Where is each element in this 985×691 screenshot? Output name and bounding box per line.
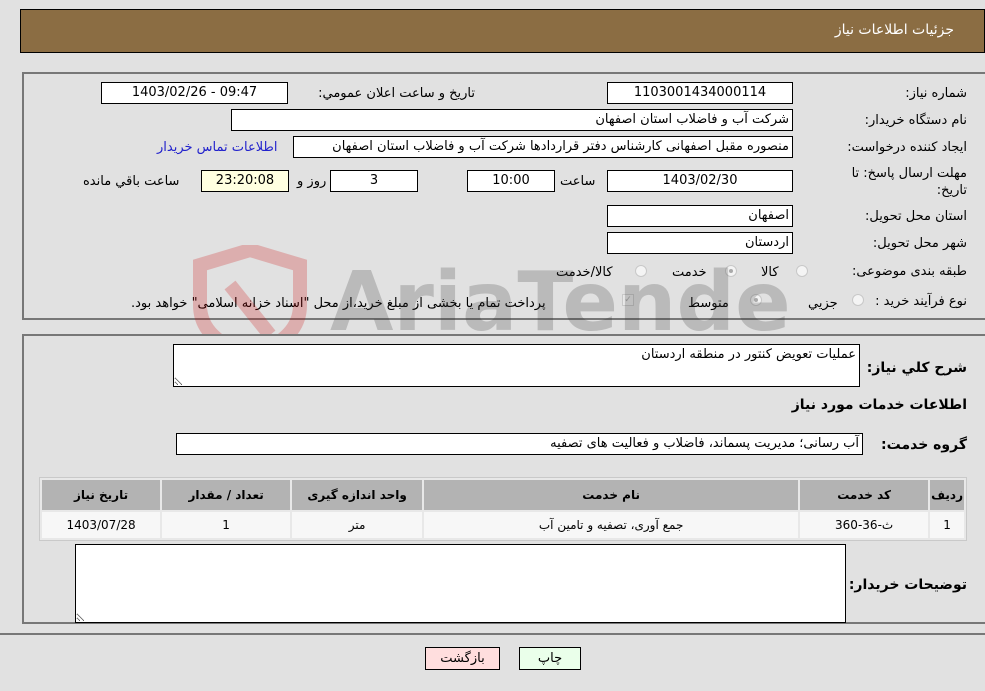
col-header-need-date: تاریخ نیاز	[42, 480, 161, 510]
category-radio-goods-service[interactable]	[635, 265, 647, 277]
deadline-label-line1: مهلت ارسال پاسخ: تا	[851, 166, 967, 181]
cell-row-number: 1	[930, 512, 964, 538]
col-header-service-name: نام خدمت	[424, 480, 799, 510]
city-field: اردستان	[607, 232, 793, 254]
table-row: 1 ث-36-360 جمع آوری، تصفیه و تامین آب مت…	[42, 512, 964, 538]
category-radio-goods[interactable]	[796, 265, 808, 277]
category-option-goods-service: کالا/خدمت	[556, 265, 613, 280]
deadline-time-field: 10:00	[467, 170, 555, 192]
service-group-label: گروه خدمت:	[881, 437, 967, 453]
service-group-field: آب رسانی؛ مدیریت پسماند، فاضلاب و فعالیت…	[176, 433, 863, 455]
category-label: طبقه بندی موضوعی:	[851, 264, 967, 279]
days-label: روز و	[297, 174, 327, 189]
deadline-time-label: ساعت	[560, 174, 596, 189]
category-option-service: خدمت	[672, 265, 707, 280]
city-label: شهر محل تحویل:	[872, 236, 967, 251]
cell-unit: متر	[292, 512, 423, 538]
need-number-field: 1103001434000114	[607, 82, 793, 104]
table-header-row: ردیف کد خدمت نام خدمت واحد اندازه گیری ت…	[42, 480, 964, 510]
description-label: شرح كلي نياز:	[866, 360, 967, 376]
province-field: اصفهان	[607, 205, 793, 227]
footer-divider	[0, 633, 985, 635]
services-table: ردیف کد خدمت نام خدمت واحد اندازه گیری ت…	[39, 477, 967, 541]
col-header-quantity: تعداد / مقدار	[162, 480, 291, 510]
buyer-notes-textarea[interactable]	[75, 544, 846, 623]
buyer-org-label: نام دستگاه خريدار:	[864, 113, 967, 128]
purchase-option-medium: متوسط	[688, 296, 729, 311]
buyer-notes-label: توضیحات خریدار:	[848, 577, 967, 593]
creator-label: ایجاد کننده درخواست:	[847, 140, 967, 155]
description-textarea[interactable]: عملیات تعویض کنتور در منطقه اردستان	[173, 344, 860, 387]
purchase-radio-medium[interactable]	[750, 294, 762, 306]
cell-need-date: 1403/07/28	[42, 512, 161, 538]
col-header-row-number: ردیف	[930, 480, 964, 510]
remaining-time-label: ساعت باقي مانده	[83, 174, 180, 189]
remaining-time-field: 23:20:08	[201, 170, 289, 192]
back-button[interactable]: بازگشت	[425, 647, 500, 670]
purchase-type-label: نوع فرآیند خرید :	[875, 294, 967, 309]
treasury-note: پرداخت تمام یا بخشی از مبلغ خرید،از محل …	[131, 296, 546, 311]
treasury-checkbox[interactable]: ✓	[622, 294, 634, 306]
deadline-label-line2: تاریخ:	[936, 183, 967, 198]
purchase-radio-minor[interactable]	[852, 294, 864, 306]
purchase-option-minor: جزيي	[808, 296, 838, 311]
buyer-org-field: شرکت آب و فاضلاب استان اصفهان	[231, 109, 793, 131]
announce-datetime-field: 1403/02/26 - 09:47	[101, 82, 288, 104]
col-header-service-code: کد خدمت	[800, 480, 929, 510]
province-label: استان محل تحویل:	[865, 209, 967, 224]
page-header: جزئیات اطلاعات نیاز	[20, 9, 985, 53]
category-radio-service[interactable]	[725, 265, 737, 277]
need-number-label: شماره نیاز:	[905, 86, 967, 101]
buyer-contact-link[interactable]: اطلاعات تماس خریدار	[157, 140, 277, 155]
cell-service-code: ث-36-360	[800, 512, 929, 538]
announce-datetime-label: تاریخ و ساعت اعلان عمومي:	[318, 86, 475, 101]
print-button[interactable]: چاپ	[519, 647, 581, 670]
creator-field: منصوره مقبل اصفهانی کارشناس دفتر قرارداد…	[293, 136, 793, 158]
deadline-date-field: 1403/02/30	[607, 170, 793, 192]
col-header-unit: واحد اندازه گیری	[292, 480, 423, 510]
page-title: جزئیات اطلاعات نیاز	[834, 22, 954, 38]
cell-service-name: جمع آوری، تصفیه و تامین آب	[424, 512, 799, 538]
cell-quantity: 1	[162, 512, 291, 538]
services-section-title: اطلاعات خدمات مورد نیاز	[791, 397, 967, 413]
remaining-days-field: 3	[330, 170, 418, 192]
category-option-goods: کالا	[761, 265, 779, 280]
